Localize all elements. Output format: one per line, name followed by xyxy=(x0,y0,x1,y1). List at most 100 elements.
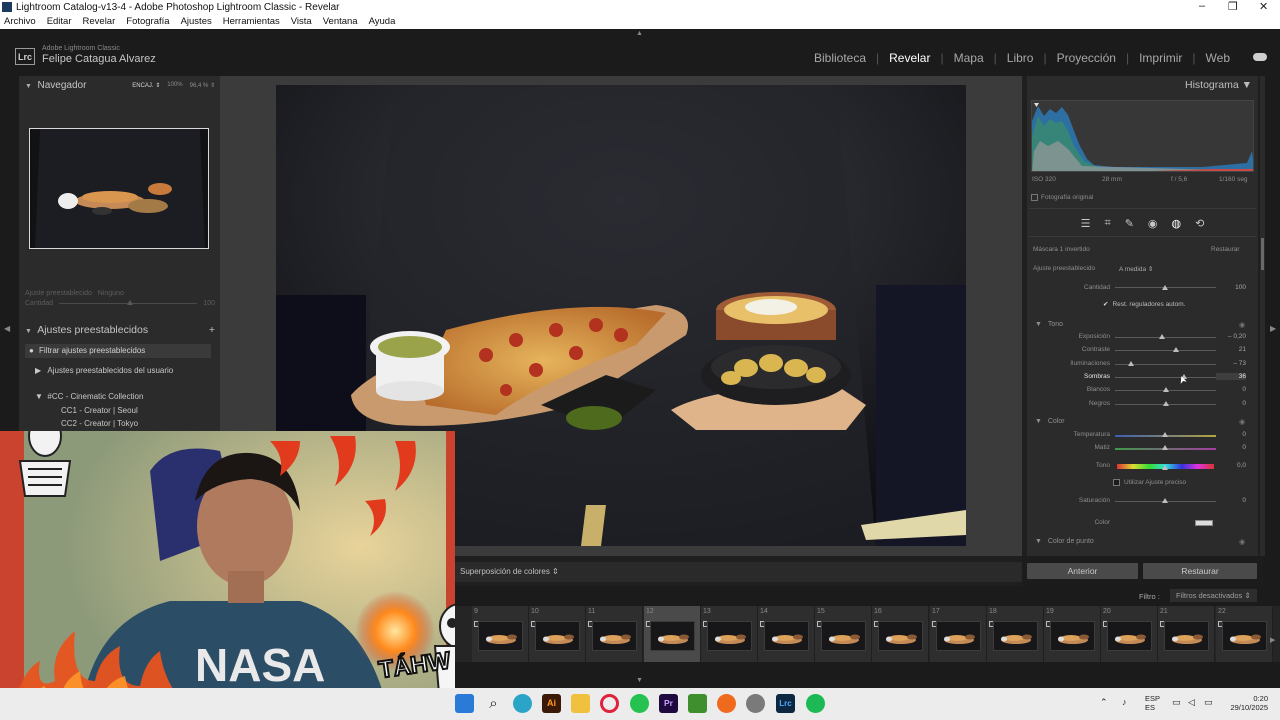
input-language[interactable]: ESP ES xyxy=(1145,694,1160,712)
tone-slider-value[interactable]: 36 xyxy=(1216,373,1246,380)
tone-slider-knob[interactable] xyxy=(1128,361,1135,366)
menu-ayuda[interactable]: Ayuda xyxy=(369,16,396,27)
zoom-100[interactable]: 100% xyxy=(167,82,182,89)
menu-vista[interactable]: Vista xyxy=(291,16,312,27)
add-preset-button[interactable]: + xyxy=(209,324,215,336)
filmstrip-thumb[interactable]: 9 xyxy=(472,606,529,662)
windows-icon[interactable] xyxy=(455,694,474,713)
mask-reset[interactable]: Restaurar xyxy=(1211,246,1240,253)
saturation-value[interactable]: 0 xyxy=(1216,497,1246,504)
filmstrip-thumb[interactable]: 22 xyxy=(1216,606,1273,662)
color-overlay-select[interactable]: Superposición de colores ⇕ xyxy=(460,567,559,576)
cloud-icon[interactable] xyxy=(1253,53,1267,61)
filmstrip-thumb[interactable]: 16 xyxy=(872,606,929,662)
preset-group-cc[interactable]: ▼ #CC - Cinematic Collection xyxy=(35,392,143,401)
redeye-icon[interactable]: ◉ xyxy=(1148,217,1158,230)
edge-icon[interactable] xyxy=(513,694,532,713)
collapse-top-icon[interactable]: ▲ xyxy=(636,30,643,37)
tone-slider-knob[interactable] xyxy=(1162,387,1169,392)
opera-icon[interactable] xyxy=(600,694,619,713)
filmstrip-next-icon[interactable]: ▶ xyxy=(1270,636,1275,644)
sliders-icon[interactable]: ☰ xyxy=(1081,217,1091,230)
collapse-right-icon[interactable]: ▶ xyxy=(1270,324,1276,333)
preset-cc2[interactable]: CC2 - Creator | Tokyo xyxy=(61,419,138,428)
tint-value[interactable]: 0 xyxy=(1216,444,1246,451)
whatsapp-icon[interactable] xyxy=(630,694,649,713)
settings-icon[interactable] xyxy=(746,694,765,713)
tint-knob[interactable] xyxy=(1162,445,1168,450)
menu-archivo[interactable]: Archivo xyxy=(4,16,36,27)
navigator-header[interactable]: ▼ Navegador ENCAJ. ⇕ 100% 96,4 % ⇕ xyxy=(25,80,215,91)
collapse-left-icon[interactable]: ◀ xyxy=(4,324,10,333)
tone-slider-track[interactable] xyxy=(1115,377,1216,378)
spotify-icon[interactable] xyxy=(806,694,825,713)
eye-icon[interactable]: ◉ xyxy=(1239,538,1245,546)
filter-select[interactable]: Filtros desactivados ⇕ xyxy=(1170,589,1257,602)
menu-revelar[interactable]: Revelar xyxy=(83,16,116,27)
clock[interactable]: 0:20 29/10/2025 xyxy=(1228,694,1268,712)
minimize-button[interactable]: – xyxy=(1199,0,1205,12)
tone-header[interactable]: ▼ Tono xyxy=(1035,321,1063,328)
tone-slider-knob[interactable] xyxy=(1159,334,1166,339)
zoom-fit[interactable]: ENCAJ. ⇕ xyxy=(132,82,160,89)
illustrator-icon[interactable]: Ai xyxy=(542,694,561,713)
module-mapa[interactable]: Mapa xyxy=(954,51,984,65)
tone-slider-value[interactable]: – 0,20 xyxy=(1216,333,1246,340)
filmstrip-thumb[interactable]: 13 xyxy=(701,606,758,662)
tone-slider-knob[interactable] xyxy=(1162,401,1169,406)
filmstrip-thumb[interactable]: 21 xyxy=(1158,606,1215,662)
original-photo-toggle[interactable]: Fotografía original xyxy=(1031,194,1093,201)
point-color-header[interactable]: ▼ Color de punto xyxy=(1035,538,1094,545)
reset-button[interactable]: Restaurar xyxy=(1143,563,1257,579)
tray-chevron-icon[interactable]: ⌃ xyxy=(1100,697,1108,708)
collapse-bottom-icon[interactable]: ▼ xyxy=(636,677,643,684)
filmstrip-thumb[interactable]: 20 xyxy=(1101,606,1158,662)
module-web[interactable]: Web xyxy=(1206,51,1230,65)
preset-group-user[interactable]: ▶ Ajustes preestablecidos del usuario xyxy=(35,366,173,375)
tone-slider-value[interactable]: 21 xyxy=(1216,346,1246,353)
filmstrip-thumb[interactable]: 19 xyxy=(1044,606,1101,662)
menu-ventana[interactable]: Ventana xyxy=(323,16,358,27)
filmstrip-thumb[interactable]: 15 xyxy=(815,606,872,662)
mask-preset-select[interactable]: A medida ⇕ xyxy=(1119,265,1153,273)
saturation-knob[interactable] xyxy=(1162,498,1168,503)
file-explorer-icon[interactable] xyxy=(571,694,590,713)
zoom-custom[interactable]: 96,4 % ⇕ xyxy=(190,82,215,89)
search-icon[interactable]: ⌕ xyxy=(484,694,503,713)
close-button[interactable]: ✕ xyxy=(1259,0,1268,13)
premiere-icon[interactable]: Pr xyxy=(659,694,678,713)
module-proyeccion[interactable]: Proyección xyxy=(1057,51,1116,65)
filmstrip-thumb[interactable]: 18 xyxy=(987,606,1044,662)
filmstrip-thumb[interactable]: 14 xyxy=(758,606,815,662)
volume-icon[interactable]: ◁ xyxy=(1188,697,1195,708)
maximize-button[interactable]: ❐ xyxy=(1228,0,1238,13)
color-swatch[interactable] xyxy=(1195,520,1213,526)
filmstrip-thumb[interactable]: 12 xyxy=(644,606,701,662)
mask-amount-value[interactable]: 100 xyxy=(1216,284,1246,291)
tone-slider-value[interactable]: 0 xyxy=(1216,386,1246,393)
minecraft-icon[interactable] xyxy=(688,694,707,713)
preset-filter-input[interactable]: ● Filtrar ajustes preestablecidos xyxy=(25,344,211,358)
lightroom-icon[interactable]: Lrc xyxy=(776,694,795,713)
module-revelar[interactable]: Revelar xyxy=(889,51,930,65)
navigator-preview[interactable] xyxy=(29,128,209,249)
auto-reset-toggle[interactable]: ✔ Rest. reguladores autom. xyxy=(1103,300,1185,309)
presets-header[interactable]: ▼ Ajustes preestablecidos + xyxy=(25,324,215,336)
eye-icon[interactable]: ◉ xyxy=(1239,418,1245,426)
module-imprimir[interactable]: Imprimir xyxy=(1139,51,1182,65)
crop-icon[interactable]: ⌗ xyxy=(1105,217,1111,230)
hue-value[interactable]: 0,0 xyxy=(1216,462,1246,469)
history-icon[interactable]: ⟲ xyxy=(1195,217,1204,230)
module-biblioteca[interactable]: Biblioteca xyxy=(814,51,866,65)
histogram-header[interactable]: Histograma ▼ xyxy=(1185,79,1252,91)
filmstrip-thumb[interactable]: 17 xyxy=(930,606,987,662)
menu-herramientas[interactable]: Herramientas xyxy=(223,16,280,27)
hue-knob[interactable] xyxy=(1162,465,1168,470)
filmstrip-thumb[interactable]: 10 xyxy=(529,606,586,662)
module-libro[interactable]: Libro xyxy=(1007,51,1034,65)
previous-button[interactable]: Anterior xyxy=(1027,563,1138,579)
eye-icon[interactable]: ◉ xyxy=(1239,321,1245,329)
tone-slider-knob[interactable] xyxy=(1172,347,1179,352)
microphone-icon[interactable]: ♪ xyxy=(1122,697,1127,707)
heal-icon[interactable]: ✎ xyxy=(1125,217,1134,230)
